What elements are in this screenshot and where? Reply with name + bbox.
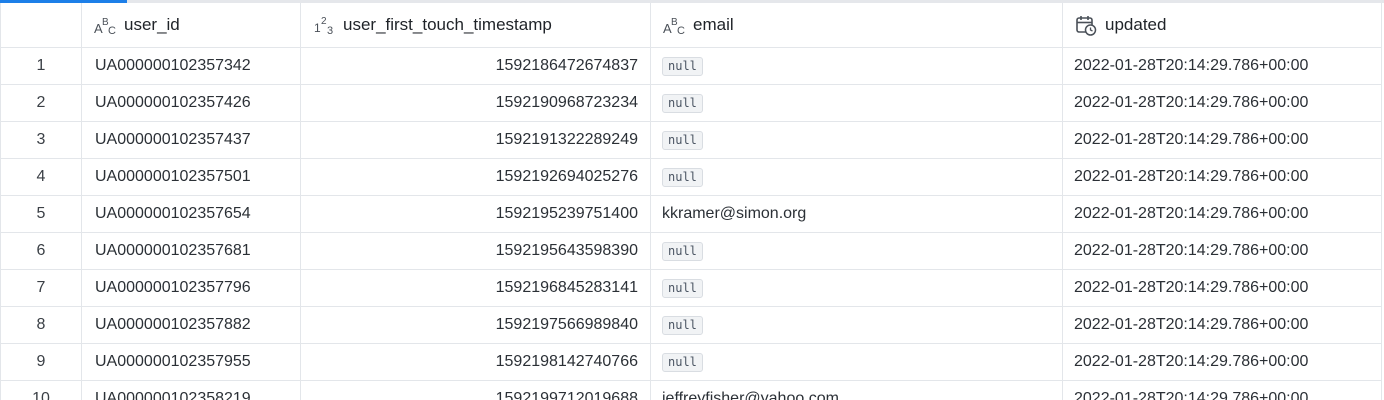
timestamp-cell[interactable]: 1592191322289249 xyxy=(300,121,651,159)
user-id-cell[interactable]: UA000000102357796 xyxy=(81,269,301,307)
null-badge: null xyxy=(662,241,703,261)
timestamp-cell[interactable]: 1592195239751400 xyxy=(300,195,651,233)
abc-type-icon: A B C xyxy=(94,14,116,36)
user-id-cell[interactable]: UA000000102358219 xyxy=(81,380,301,400)
svg-text:C: C xyxy=(677,25,685,36)
updated-cell[interactable]: 2022-01-28T20:14:29.786+00:00 xyxy=(1062,380,1382,400)
timestamp-cell[interactable]: 1592186472674837 xyxy=(300,47,651,85)
table-row[interactable]: 4 UA000000102357501 1592192694025276 null 20… xyxy=(0,158,1382,196)
email-cell[interactable]: kkramer@simon.org xyxy=(650,195,1063,233)
row-index-cell: 1 xyxy=(0,47,82,85)
table-row[interactable]: 5 UA000000102357654 1592195239751400 kkrame… xyxy=(0,195,1382,233)
email-cell[interactable]: null xyxy=(650,232,1063,270)
timestamp-cell[interactable]: 1592196845283141 xyxy=(300,269,651,307)
null-badge: null xyxy=(662,315,703,335)
updated-cell[interactable]: 2022-01-28T20:14:29.786+00:00 xyxy=(1062,343,1382,381)
email-cell[interactable]: null xyxy=(650,269,1063,307)
email-cell[interactable]: jeffreyfisher@yahoo.com xyxy=(650,380,1063,400)
null-badge: null xyxy=(662,352,703,372)
email-text: jeffreyfisher@yahoo.com xyxy=(662,389,839,400)
header-row: A B C user_id 1 2 3 user_first_touch_tim… xyxy=(0,3,1382,48)
email-cell[interactable]: null xyxy=(650,121,1063,159)
table-header: A B C user_id 1 2 3 user_first_touch_tim… xyxy=(0,3,1382,48)
null-badge: null xyxy=(662,93,703,113)
row-index-cell: 5 xyxy=(0,195,82,233)
row-index-cell: 3 xyxy=(0,121,82,159)
column-header-label: user_first_touch_timestamp xyxy=(343,15,552,34)
user-id-cell[interactable]: UA000000102357437 xyxy=(81,121,301,159)
table-row[interactable]: 6 UA000000102357681 1592195643598390 null 20… xyxy=(0,232,1382,270)
timestamp-cell[interactable]: 1592197566989840 xyxy=(300,306,651,344)
column-header-user-first-touch-timestamp[interactable]: 1 2 3 user_first_touch_timestamp xyxy=(300,3,651,48)
toolbar-divider xyxy=(127,0,1384,3)
updated-cell[interactable]: 2022-01-28T20:14:29.786+00:00 xyxy=(1062,47,1382,85)
email-cell[interactable]: null xyxy=(650,158,1063,196)
abc-type-icon: A B C xyxy=(663,14,685,36)
user-id-cell[interactable]: UA000000102357882 xyxy=(81,306,301,344)
row-index-cell: 2 xyxy=(0,84,82,122)
column-header-label: email xyxy=(693,15,734,34)
email-text: kkramer@simon.org xyxy=(662,204,807,222)
timestamp-cell[interactable]: 1592195643598390 xyxy=(300,232,651,270)
column-header-index[interactable] xyxy=(0,3,82,48)
updated-cell[interactable]: 2022-01-28T20:14:29.786+00:00 xyxy=(1062,158,1382,196)
column-header-updated[interactable]: updated xyxy=(1062,3,1382,48)
updated-cell[interactable]: 2022-01-28T20:14:29.786+00:00 xyxy=(1062,121,1382,159)
row-index-cell: 7 xyxy=(0,269,82,307)
calendar-clock-icon xyxy=(1075,14,1097,36)
updated-cell[interactable]: 2022-01-28T20:14:29.786+00:00 xyxy=(1062,269,1382,307)
updated-cell[interactable]: 2022-01-28T20:14:29.786+00:00 xyxy=(1062,84,1382,122)
updated-cell[interactable]: 2022-01-28T20:14:29.786+00:00 xyxy=(1062,232,1382,270)
svg-text:3: 3 xyxy=(327,25,333,36)
timestamp-cell[interactable]: 1592192694025276 xyxy=(300,158,651,196)
table-row[interactable]: 3 UA000000102357437 1592191322289249 null 20… xyxy=(0,121,1382,159)
user-id-cell[interactable]: UA000000102357955 xyxy=(81,343,301,381)
row-index-cell: 8 xyxy=(0,306,82,344)
table-row[interactable]: 1 UA000000102357342 1592186472674837 null 20… xyxy=(0,47,1382,85)
table-row[interactable]: 10 UA000000102358219 1592199712019688 jeffr… xyxy=(0,380,1382,400)
table-row[interactable]: 7 UA000000102357796 1592196845283141 null 20… xyxy=(0,269,1382,307)
svg-text:C: C xyxy=(108,25,116,36)
user-id-cell[interactable]: UA000000102357681 xyxy=(81,232,301,270)
null-badge: null xyxy=(662,278,703,298)
row-index-cell: 10 xyxy=(0,380,82,400)
user-id-cell[interactable]: UA000000102357654 xyxy=(81,195,301,233)
timestamp-cell[interactable]: 1592199712019688 xyxy=(300,380,651,400)
number-type-icon: 1 2 3 xyxy=(313,14,335,36)
results-grid: A B C user_id 1 2 3 user_first_touch_tim… xyxy=(0,0,1384,400)
null-badge: null xyxy=(662,130,703,150)
timestamp-cell[interactable]: 1592190968723234 xyxy=(300,84,651,122)
row-index-cell: 4 xyxy=(0,158,82,196)
column-header-user-id[interactable]: A B C user_id xyxy=(81,3,301,48)
row-index-cell: 6 xyxy=(0,232,82,270)
updated-cell[interactable]: 2022-01-28T20:14:29.786+00:00 xyxy=(1062,306,1382,344)
email-cell[interactable]: null xyxy=(650,343,1063,381)
email-cell[interactable]: null xyxy=(650,84,1063,122)
table-row[interactable]: 9 UA000000102357955 1592198142740766 null 20… xyxy=(0,343,1382,381)
results-table: A B C user_id 1 2 3 user_first_touch_tim… xyxy=(0,3,1382,400)
column-header-label: updated xyxy=(1105,15,1167,34)
column-header-label: user_id xyxy=(124,15,180,34)
table-row[interactable]: 2 UA000000102357426 1592190968723234 null 20… xyxy=(0,84,1382,122)
timestamp-cell[interactable]: 1592198142740766 xyxy=(300,343,651,381)
active-tab-indicator xyxy=(0,0,127,3)
null-badge: null xyxy=(662,167,703,187)
email-cell[interactable]: null xyxy=(650,47,1063,85)
table-body: 1 UA000000102357342 1592186472674837 null 20… xyxy=(0,47,1382,400)
table-row[interactable]: 8 UA000000102357882 1592197566989840 null 20… xyxy=(0,306,1382,344)
updated-cell[interactable]: 2022-01-28T20:14:29.786+00:00 xyxy=(1062,195,1382,233)
null-badge: null xyxy=(662,56,703,76)
user-id-cell[interactable]: UA000000102357501 xyxy=(81,158,301,196)
column-header-email[interactable]: A B C email xyxy=(650,3,1063,48)
row-index-cell: 9 xyxy=(0,343,82,381)
svg-text:1: 1 xyxy=(314,21,321,35)
user-id-cell[interactable]: UA000000102357426 xyxy=(81,84,301,122)
user-id-cell[interactable]: UA000000102357342 xyxy=(81,47,301,85)
email-cell[interactable]: null xyxy=(650,306,1063,344)
